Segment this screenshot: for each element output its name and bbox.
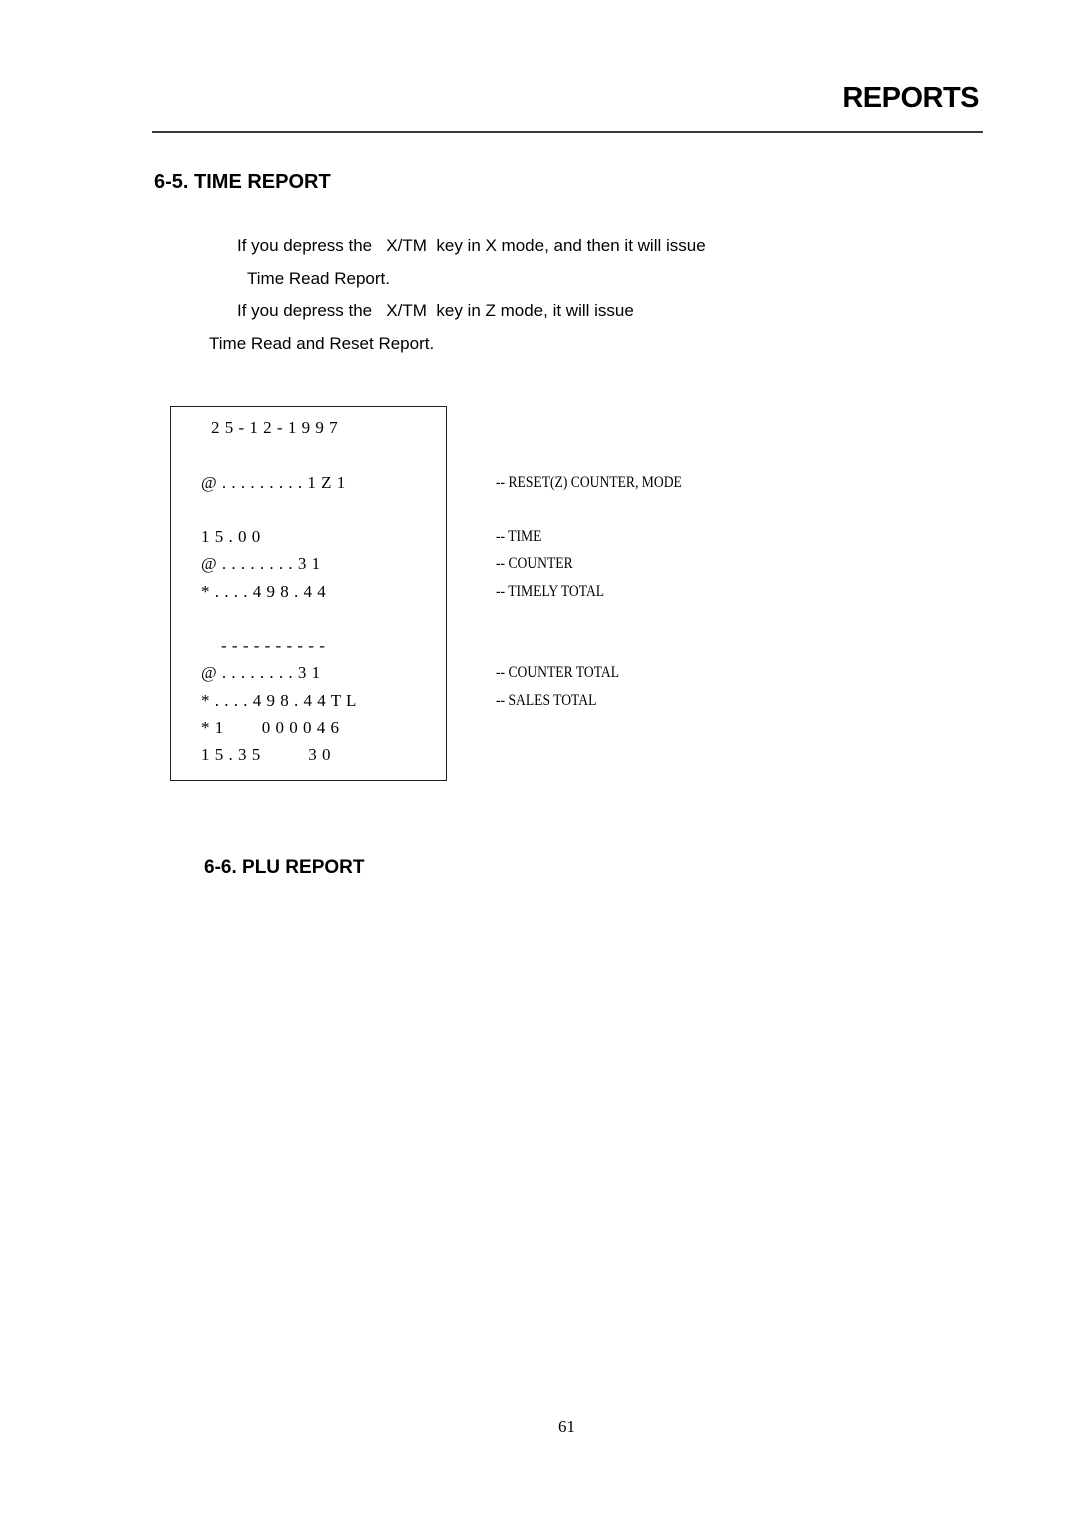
receipt-reset-counter-line: @ . . . . . . . . . 1 Z 1 <box>201 473 346 492</box>
paragraph-line: If you depress the X/TM key in X mode, a… <box>237 236 706 255</box>
receipt-id-line: * 1 0 0 0 0 4 6 <box>201 718 340 737</box>
receipt-timely-total-line: * . . . . 4 9 8 . 4 4 <box>201 582 327 601</box>
annotation-counter: -- COUNTER <box>496 555 573 572</box>
receipt-time-line: 1 5 . 0 0 <box>201 527 261 546</box>
paragraph-line: Time Read and Reset Report. <box>209 334 435 353</box>
receipt-footer-time-line: 1 5 . 3 5 3 0 <box>201 745 331 764</box>
paragraph-line: If you depress the X/TM key in Z mode, i… <box>237 301 634 320</box>
receipt-counter-line: @ . . . . . . . . 3 1 <box>201 554 321 573</box>
annotation-timely-total: -- TIMELY TOTAL <box>496 583 605 600</box>
receipt-separator-line: - - - - - - - - - - <box>221 636 326 655</box>
receipt-sales-total-line: * . . . . 4 9 8 . 4 4 T L <box>201 691 357 710</box>
receipt-date-line: 2 5 - 1 2 - 1 9 9 7 <box>211 418 339 437</box>
page-number: 61 <box>558 1417 575 1436</box>
annotation-sales-total: -- SALES TOTAL <box>496 692 597 709</box>
paragraph-line: Time Read Report. <box>247 269 390 288</box>
section-title-plu-report: 6-6. PLU REPORT <box>204 857 365 878</box>
annotation-reset-counter-mode: -- RESET(Z) COUNTER, MODE <box>496 474 682 491</box>
header-divider <box>152 131 983 133</box>
receipt-counter-total-line: @ . . . . . . . . 3 1 <box>201 663 321 682</box>
page-header-title: REPORTS <box>842 82 979 114</box>
section-title-time-report: 6-5. TIME REPORT <box>154 171 331 193</box>
annotation-counter-total: -- COUNTER TOTAL <box>496 664 620 681</box>
annotation-time: -- TIME <box>496 528 542 545</box>
